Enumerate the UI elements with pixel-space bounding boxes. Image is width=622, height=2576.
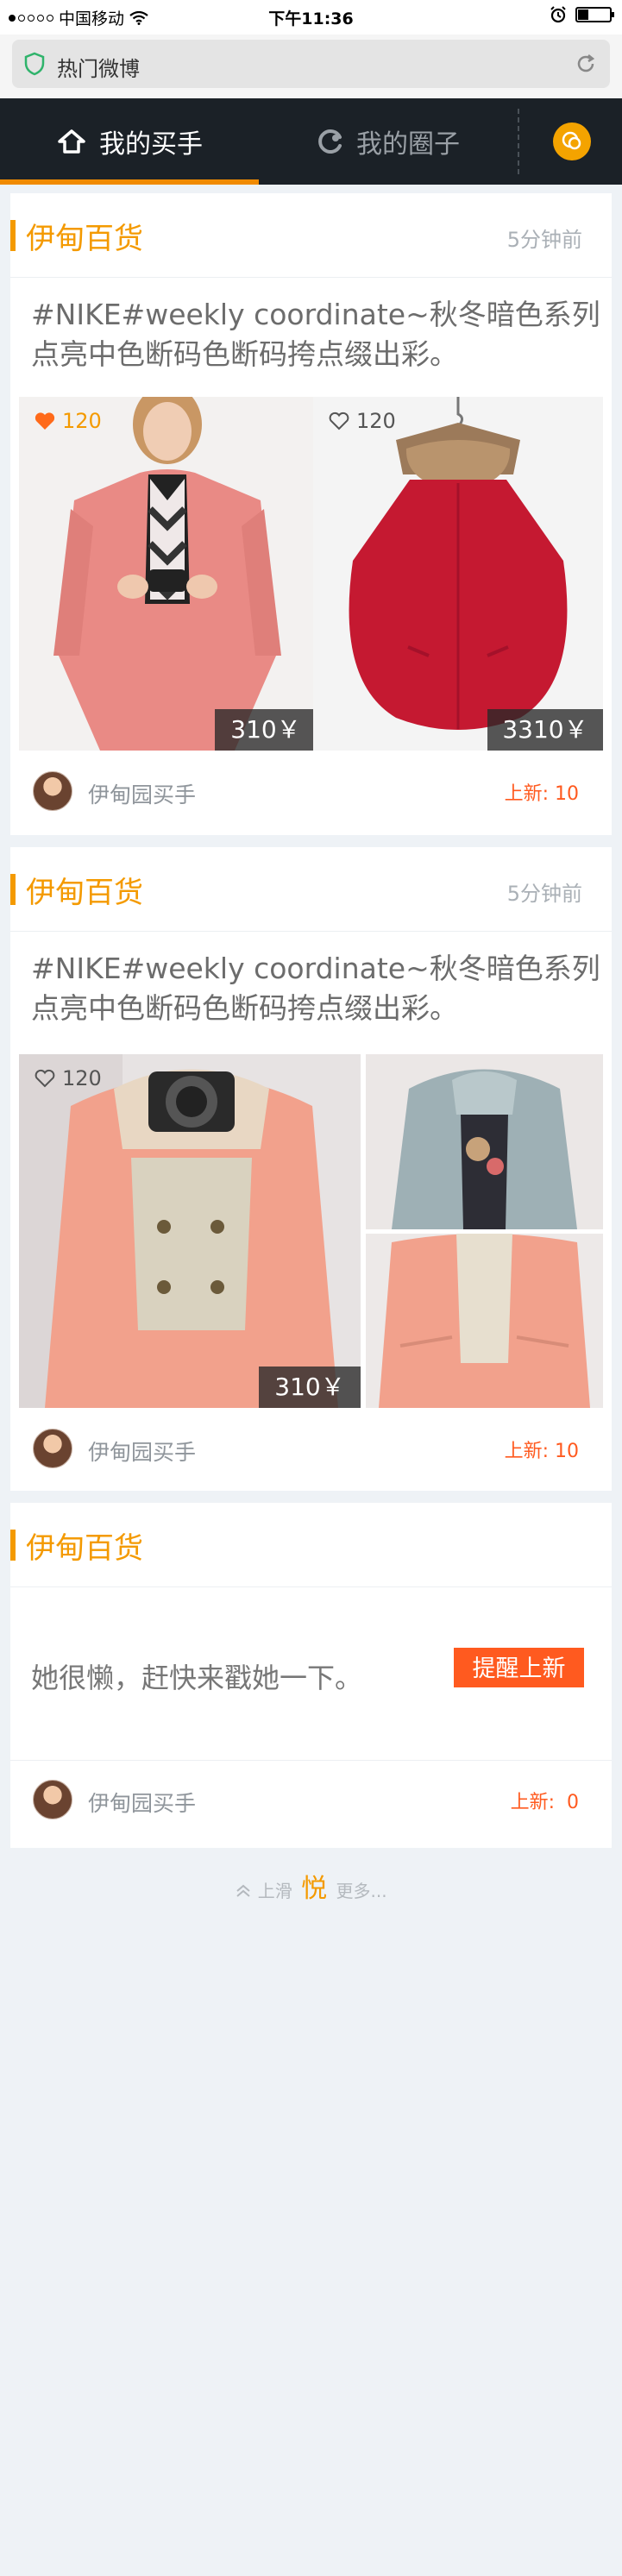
accent-bar	[10, 874, 16, 905]
card-header: 伊甸百货 5分钟前	[10, 193, 612, 278]
pink-jacket-image	[366, 1234, 603, 1408]
red-cape-image	[313, 397, 603, 751]
circle-logo-icon	[318, 129, 342, 154]
buyer-name[interactable]: 伊甸园买手	[88, 1436, 196, 1467]
heart-outline-icon	[329, 412, 349, 430]
update-count: 上新: 10	[504, 1441, 579, 1462]
post-time: 5分钟前	[506, 882, 582, 906]
address-field[interactable]: 热门微博	[12, 40, 610, 88]
pink-coat-image	[19, 397, 317, 751]
brand-logo: 悦	[301, 1874, 328, 1904]
card-footer: 伊甸园买手 上新: 10	[10, 751, 612, 833]
product-image[interactable]: 120 310￥	[19, 1054, 361, 1408]
alarm-icon	[550, 6, 566, 23]
avatar[interactable]	[33, 1429, 72, 1468]
shop-name[interactable]: 伊甸百货	[26, 215, 143, 257]
shop-name[interactable]: 伊甸百货	[26, 869, 143, 911]
card-header: 伊甸百货 5分钟前	[10, 847, 612, 932]
like-count: 120	[62, 409, 102, 433]
update-count: 上新: 10	[504, 783, 579, 805]
tab-label: 我的圈子	[356, 129, 460, 160]
accent-bar	[10, 220, 16, 251]
load-more-suffix: 更多...	[336, 1881, 387, 1901]
price-tag: 3310￥	[487, 709, 603, 751]
update-count: 上新: 0	[510, 1792, 579, 1813]
chat-button[interactable]	[553, 123, 591, 160]
like-button[interactable]: 120	[329, 409, 396, 433]
like-button[interactable]: 120	[35, 1066, 102, 1090]
like-count: 120	[62, 1066, 102, 1090]
post-time: 5分钟前	[506, 228, 582, 252]
load-more-prefix: 上滑	[257, 1881, 292, 1901]
like-button[interactable]: 120	[35, 409, 102, 433]
active-tab-indicator	[0, 179, 259, 185]
avatar[interactable]	[33, 771, 72, 811]
main-tab-bar: 我的买手 我的圈子	[0, 98, 622, 185]
shop-name[interactable]: 伊甸百货	[26, 1524, 143, 1567]
load-more-hint[interactable]: 上滑 悦 更多...	[0, 1867, 622, 1905]
tab-divider	[518, 109, 519, 174]
product-image[interactable]: 120 310￥	[19, 397, 317, 751]
product-image[interactable]	[366, 1054, 603, 1229]
clock: 下午11:36	[268, 9, 354, 28]
status-bar: 中国移动 下午11:36	[0, 0, 622, 35]
shield-icon	[24, 52, 45, 76]
price-tag: 310￥	[259, 1367, 361, 1408]
grey-jacket-image	[366, 1054, 603, 1229]
post-description: #NIKE#weekly coordinate~秋冬暗色系列点亮中色断码色断码挎…	[31, 952, 600, 1025]
price-tag: 310￥	[215, 709, 317, 751]
buyer-name[interactable]: 伊甸园买手	[88, 778, 196, 809]
tab-label: 我的买手	[99, 129, 203, 160]
card-footer: 伊甸园买手 上新: 0	[10, 1760, 612, 1843]
tab-my-circle[interactable]: 我的圈子	[259, 98, 518, 185]
like-count: 120	[356, 409, 396, 433]
avatar[interactable]	[33, 1780, 72, 1819]
battery-icon	[575, 7, 614, 22]
buyer-card[interactable]: 伊甸百货 她很懒，赶快来戳她一下。 提醒上新 伊甸园买手 上新: 0	[10, 1503, 612, 1848]
card-footer: 伊甸园买手 上新: 10	[10, 1408, 612, 1491]
card-header: 伊甸百货	[10, 1503, 612, 1587]
reload-icon[interactable]	[574, 52, 598, 76]
double-chevron-up-icon	[236, 1884, 251, 1897]
remind-update-button[interactable]: 提醒上新	[454, 1648, 584, 1687]
post-description: #NIKE#weekly coordinate~秋冬暗色系列点亮中色断码色断码挎…	[31, 298, 600, 371]
buyer-name[interactable]: 伊甸园买手	[88, 1787, 196, 1818]
empty-state-message: 她很懒，赶快来戳她一下。	[31, 1662, 363, 1694]
browser-address-bar: 热门微博	[0, 35, 622, 98]
accent-bar	[10, 1530, 16, 1561]
pink-hooded-jacket-image	[19, 1054, 361, 1408]
buyer-card[interactable]: 伊甸百货 5分钟前 #NIKE#weekly coordinate~秋冬暗色系列…	[10, 193, 612, 835]
house-icon	[58, 129, 85, 154]
tab-my-buyers[interactable]: 我的买手	[0, 98, 259, 185]
heart-outline-icon	[35, 1069, 55, 1088]
product-image[interactable]	[366, 1234, 603, 1408]
heart-filled-icon	[35, 412, 55, 430]
page-title: 热门微博	[57, 57, 140, 81]
buyer-card[interactable]: 伊甸百货 5分钟前 #NIKE#weekly coordinate~秋冬暗色系列…	[10, 847, 612, 1491]
product-image[interactable]: 120 3310￥	[313, 397, 603, 751]
chat-bubble-icon	[562, 131, 581, 150]
